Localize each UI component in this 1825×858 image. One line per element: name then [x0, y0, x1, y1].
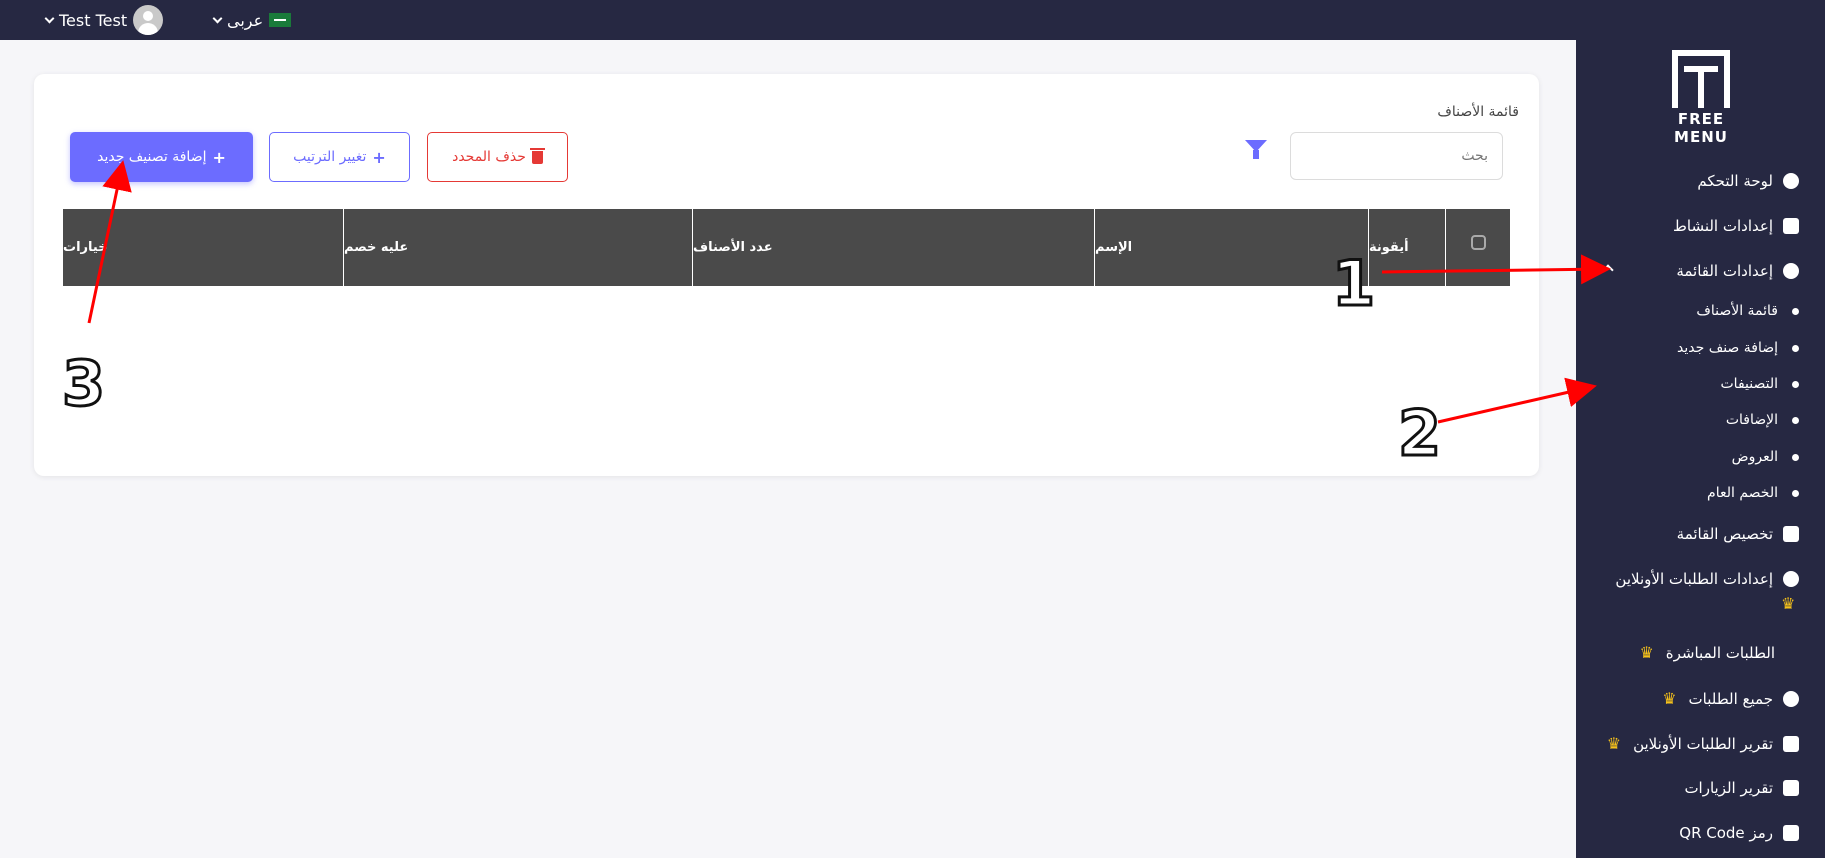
column-select: [1446, 209, 1510, 286]
dashboard-icon: [1783, 173, 1799, 189]
user-name: Test Test: [59, 10, 128, 30]
sidebar: FREE MENU لوحة التحكم إعدادات النشاط إعد…: [1576, 0, 1825, 858]
sidebar-item-visits-report[interactable]: تقرير الزيارات: [1684, 779, 1799, 797]
logo: FREE MENU: [1672, 50, 1730, 150]
plus-icon: +: [212, 147, 226, 167]
select-all-checkbox[interactable]: [1470, 235, 1486, 250]
crown-icon: ♛: [1639, 643, 1654, 662]
telegram-icon: [1783, 571, 1799, 587]
categories-card: قائمة الأصناف حذف المحدد + تغيير الترتيب…: [34, 74, 1539, 476]
search-input[interactable]: [1290, 132, 1503, 180]
trash-icon: [529, 147, 545, 164]
image-icon: [1783, 526, 1799, 542]
sidebar-item-all-orders[interactable]: جميع الطلبات ♛: [1662, 689, 1799, 708]
sidebar-item-qr-code[interactable]: رمز QR Code: [1679, 824, 1799, 842]
sidebar-item-online-orders-report[interactable]: تقرير الطلبات الأونلاين ♛: [1607, 734, 1799, 753]
sidebar-item-live-orders[interactable]: الطلبات المباشرة ♛: [1639, 643, 1775, 662]
crown-icon: ♛: [1781, 594, 1796, 613]
user-menu[interactable]: Test Test: [44, 5, 164, 35]
crown-icon: ♛: [1606, 734, 1622, 753]
add-category-button[interactable]: + إضافة تصنيف جديد: [70, 132, 253, 182]
chart-icon: [1783, 735, 1799, 752]
sidebar-item-menu-settings[interactable]: إعدادات القائمة: [1676, 262, 1799, 280]
table-header: خيارات عليه خصم عدد الأصناف الإسم أيقونة: [63, 209, 1510, 286]
database-icon: [1783, 263, 1799, 279]
column-items-count: عدد الأصناف: [693, 209, 1095, 286]
sidebar-subitem-categories[interactable]: التصنيفات: [1721, 376, 1799, 392]
dot-icon: [1792, 416, 1799, 424]
chevron-down-icon: [212, 13, 223, 23]
top-bar: Test Test عربى: [0, 0, 1576, 40]
column-icon: أيقونة: [1369, 209, 1446, 286]
column-options: خيارات: [63, 209, 344, 286]
sidebar-subitem-add-item[interactable]: إضافة صنف جديد: [1677, 340, 1799, 356]
dot-icon: [1792, 489, 1799, 497]
chevron-down-icon: [44, 13, 55, 23]
page-title: قائمة الأصناف: [1437, 104, 1519, 120]
dot-icon: [1792, 307, 1799, 315]
chevron-up-icon[interactable]: [1602, 264, 1614, 276]
crown-icon: ♛: [1662, 689, 1677, 708]
saudi-flag-icon: [269, 13, 292, 27]
column-discount: عليه خصم: [344, 209, 693, 286]
language-label: عربى: [227, 10, 264, 30]
dot-icon: [1792, 453, 1799, 461]
sidebar-subitem-addons[interactable]: الإضافات: [1726, 412, 1799, 428]
sidebar-subitem-general-discount[interactable]: الخصم العام: [1707, 485, 1799, 501]
change-order-button[interactable]: + تغيير الترتيب: [269, 132, 410, 182]
logo-text: FREE MENU: [1674, 110, 1728, 146]
sidebar-subitem-items-list[interactable]: قائمة الأصناف: [1696, 303, 1799, 319]
avatar: [133, 5, 164, 35]
delete-selected-button[interactable]: حذف المحدد: [427, 132, 568, 182]
sidebar-item-business-settings[interactable]: إعدادات النشاط: [1673, 217, 1799, 235]
sidebar-item-dashboard[interactable]: لوحة التحكم: [1697, 172, 1799, 190]
briefcase-icon: [1783, 218, 1799, 234]
money-icon: [1783, 690, 1799, 707]
language-switcher[interactable]: عربى: [212, 5, 292, 35]
sidebar-subitem-offers[interactable]: العروض: [1732, 449, 1799, 465]
column-name: الإسم: [1095, 209, 1369, 286]
sidebar-item-customize-menu[interactable]: تخصيص القائمة: [1677, 525, 1799, 543]
filter-icon[interactable]: [1245, 140, 1267, 159]
dot-icon: [1792, 380, 1799, 388]
plus-icon: +: [372, 147, 386, 167]
dot-icon: [1792, 344, 1799, 352]
qrcode-icon: [1783, 825, 1799, 841]
logo-mark: [1672, 50, 1730, 108]
chart-icon: [1783, 780, 1799, 796]
sidebar-item-online-orders-settings[interactable]: إعدادات الطلبات الأونلاين: [1615, 570, 1799, 588]
